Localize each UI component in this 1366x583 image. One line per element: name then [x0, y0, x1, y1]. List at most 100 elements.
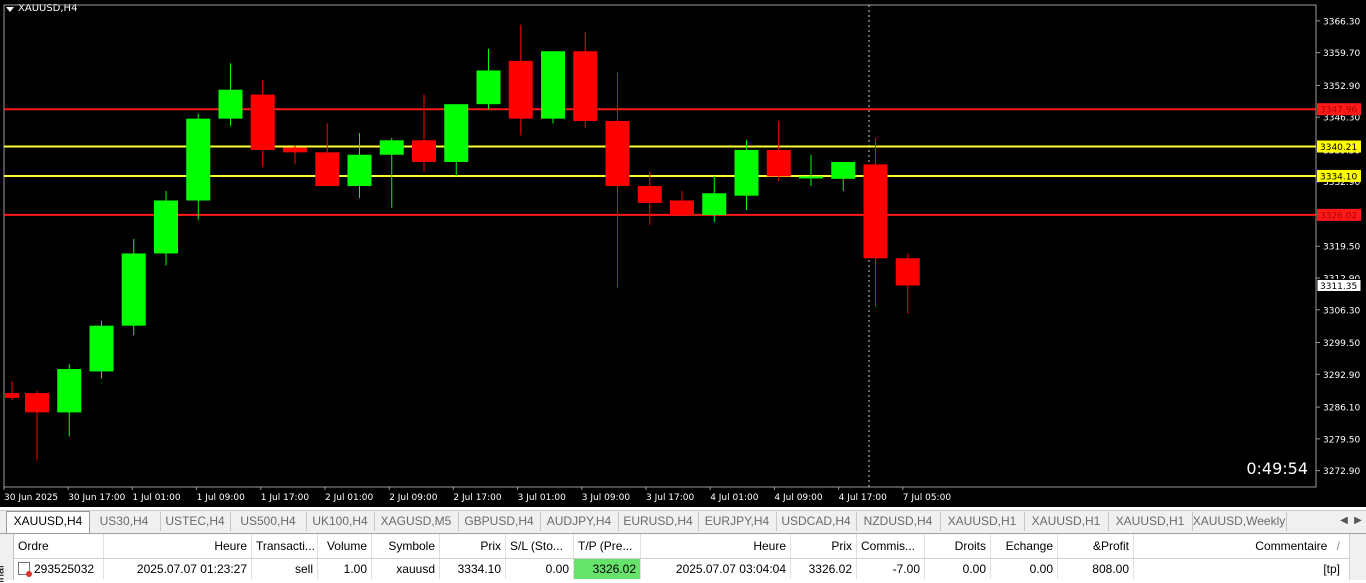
- candle-body[interactable]: [799, 176, 823, 179]
- col-header-ordre[interactable]: Ordre: [14, 534, 104, 558]
- tab-1[interactable]: XAUUSD,H4: [6, 511, 90, 533]
- terminal-panel: inal Ordre Heure Transacti... Volume Sym…: [0, 533, 1366, 583]
- tab-8[interactable]: AUDJPY,H4: [540, 512, 619, 531]
- tab-scroll-right-icon[interactable]: ▶: [1352, 513, 1364, 529]
- cell-commentaire: [tp]: [1323, 562, 1340, 576]
- candle-body[interactable]: [734, 149, 759, 196]
- candle-body[interactable]: [186, 118, 211, 201]
- time-axis-label: 1 Jul 01:00: [132, 493, 181, 503]
- col-header-heure-close[interactable]: Heure: [641, 534, 791, 558]
- table-row[interactable]: 293525032 2025.07.07 01:23:27 sell 1.00 …: [14, 559, 1364, 579]
- candle-body[interactable]: [766, 149, 791, 177]
- price-axis-label: 3366.30: [1323, 17, 1360, 27]
- terminal-header-row: Ordre Heure Transacti... Volume Symbole …: [14, 534, 1364, 559]
- chart-window[interactable]: XAUUSD,H4 3366.30 3359.70 3352.90 3346.30 33…: [0, 0, 1366, 507]
- time-axis-label: 4 Jul 17:00: [839, 493, 888, 503]
- col-header-commentaire-label: Commentaire: [1255, 539, 1328, 553]
- col-header-droits[interactable]: Droits: [925, 534, 991, 558]
- tab-11[interactable]: USDCAD,H4: [776, 512, 857, 531]
- tab-7[interactable]: GBPUSD,H4: [458, 512, 541, 531]
- price-axis-label: 3272.90: [1323, 467, 1360, 477]
- time-axis-label: 30 Jun 17:00: [68, 493, 125, 503]
- time-axis-label: 4 Jul 09:00: [774, 493, 823, 503]
- candle-body[interactable]: [25, 393, 49, 413]
- col-header-sl[interactable]: S/L (Sto...: [506, 534, 574, 558]
- candle-body[interactable]: [508, 60, 533, 119]
- tab-16[interactable]: XAUUSD,Weekly: [1192, 512, 1287, 531]
- candle-body[interactable]: [283, 147, 307, 153]
- plot-frame: [3, 4, 1317, 488]
- candle-body[interactable]: [541, 51, 565, 119]
- current-price-label: 3311.35: [1320, 282, 1357, 292]
- tab-14[interactable]: XAUUSD,H1: [1024, 512, 1109, 531]
- time-axis-label: 1 Jul 17:00: [261, 493, 310, 503]
- tab-5[interactable]: UK100,H4: [306, 512, 375, 531]
- cell-heure-close: 2025.07.07 03:04:04: [641, 559, 791, 579]
- tab-3[interactable]: USTEC,H4: [160, 512, 231, 531]
- time-axis-label: 30 Jun 2025: [4, 493, 58, 503]
- col-header-commission[interactable]: Commis...: [857, 534, 925, 558]
- candle-body[interactable]: [863, 164, 888, 259]
- tab-6[interactable]: XAGUSD,M5: [374, 512, 459, 531]
- price-axis-label: 3279.50: [1323, 435, 1360, 445]
- col-header-prix-open[interactable]: Prix: [440, 534, 506, 558]
- order-document-icon: [18, 562, 32, 577]
- cell-transaction: sell: [252, 559, 318, 579]
- col-header-commentaire[interactable]: Commentaire /: [1134, 534, 1344, 558]
- candle-body[interactable]: [5, 393, 19, 398]
- candle-body[interactable]: [57, 369, 82, 413]
- candle-body[interactable]: [89, 325, 114, 372]
- candle-body[interactable]: [218, 89, 243, 119]
- time-axis-label: 4 Jul 01:00: [710, 493, 759, 503]
- terminal-scrollbar[interactable]: [1349, 534, 1366, 580]
- cell-tp: 3326.02: [574, 559, 641, 579]
- candle-body[interactable]: [702, 193, 727, 215]
- tab-9[interactable]: EURUSD,H4: [618, 512, 699, 531]
- price-chart[interactable]: 3366.303359.703352.903346.303339.503332.…: [0, 0, 1366, 507]
- candle-body[interactable]: [121, 253, 146, 326]
- candle-body[interactable]: [605, 121, 630, 187]
- bar-countdown-timer: 0:49:54: [1246, 459, 1308, 478]
- col-header-volume[interactable]: Volume: [318, 534, 372, 558]
- time-axis-label: 3 Jul 01:00: [518, 493, 567, 503]
- candle-body[interactable]: [347, 154, 372, 187]
- time-axis-label: 3 Jul 17:00: [646, 493, 695, 503]
- col-header-heure-open[interactable]: Heure: [104, 534, 252, 558]
- candle-body[interactable]: [573, 51, 598, 122]
- candle-body[interactable]: [315, 152, 340, 187]
- cell-heure-open: 2025.07.07 01:23:27: [104, 559, 252, 579]
- tab-10[interactable]: EURJPY,H4: [698, 512, 777, 531]
- candle-body[interactable]: [895, 258, 920, 286]
- candle-body[interactable]: [250, 94, 275, 150]
- col-header-profit[interactable]: &Profit: [1058, 534, 1134, 558]
- candle-body[interactable]: [831, 161, 856, 179]
- tab-15[interactable]: XAUUSD,H1: [1108, 512, 1193, 531]
- tab-4[interactable]: US500,H4: [230, 512, 307, 531]
- col-header-transaction[interactable]: Transacti...: [252, 534, 318, 558]
- tab-2[interactable]: US30,H4: [88, 512, 161, 531]
- tab-scroll-left-icon[interactable]: ◀: [1338, 513, 1350, 529]
- price-axis-label: 3359.70: [1323, 49, 1360, 59]
- terminal-side-tab[interactable]: inal: [0, 534, 14, 583]
- candle-body[interactable]: [476, 70, 501, 105]
- level-badge-label-4: 3326.02: [1320, 211, 1357, 221]
- candle-body[interactable]: [154, 200, 178, 254]
- level-badge-label-3: 3334.10: [1320, 172, 1357, 182]
- chart-tabs-bar: XAUUSD,H4 US30,H4 USTEC,H4 US500,H4 UK100,H4…: [0, 510, 1366, 533]
- cell-ordre-value: 293525032: [34, 562, 95, 576]
- candle-body[interactable]: [670, 200, 694, 215]
- candle-body[interactable]: [637, 186, 662, 203]
- candle-body[interactable]: [379, 140, 404, 155]
- col-header-tp[interactable]: T/P (Pre...: [574, 534, 641, 558]
- candle-body[interactable]: [444, 104, 469, 162]
- time-axis-label: 3 Jul 09:00: [582, 493, 631, 503]
- tab-12[interactable]: NZDUSD,H4: [856, 512, 941, 531]
- tab-13[interactable]: XAUUSD,H1: [940, 512, 1025, 531]
- level-badge-label-2: 3340.21: [1320, 143, 1357, 153]
- col-header-prix-close[interactable]: Prix: [791, 534, 857, 558]
- price-axis-label: 3352.90: [1323, 82, 1360, 92]
- col-header-echange[interactable]: Echange: [991, 534, 1058, 558]
- candle-body[interactable]: [412, 140, 436, 162]
- col-header-symbole[interactable]: Symbole: [372, 534, 440, 558]
- time-axis-label: 2 Jul 17:00: [453, 493, 502, 503]
